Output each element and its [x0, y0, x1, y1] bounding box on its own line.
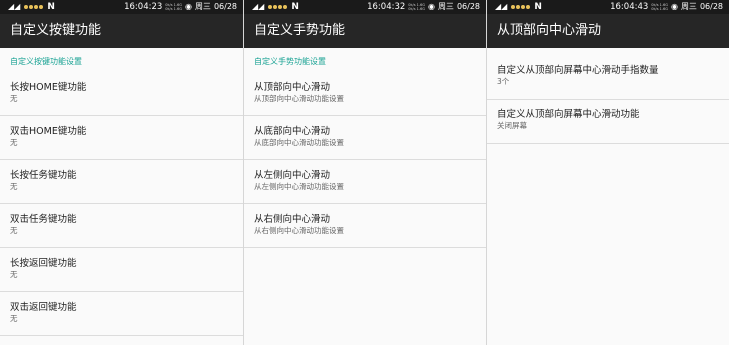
item-title: 从左侧向中心滑动: [254, 170, 331, 181]
page-title: 从顶部向中心滑动: [487, 14, 729, 48]
status-time: 16:04:43: [610, 2, 649, 12]
n-logo-icon: N: [47, 2, 55, 12]
n-logo-icon: N: [534, 2, 542, 12]
page-title: 自定义手势功能: [244, 14, 486, 48]
settings-list: 自定义从顶部向屏幕中心滑动手指数量 3个 自定义从顶部向屏幕中心滑动功能 关闭屏…: [487, 48, 729, 144]
item-title: 从右侧向中心滑动: [254, 214, 331, 225]
signal-icon: ◢◢: [252, 2, 265, 11]
item-value: 无: [10, 314, 18, 323]
item-value: 从顶部向中心滑动功能设置: [254, 94, 344, 103]
item-value: 无: [10, 94, 18, 103]
list-item-double-tap-back[interactable]: 双击返回键功能 无: [0, 292, 243, 336]
panel-custom-gestures: ◢◢ N 16:04:32 0k/s 1.6G 0k/s 1.6G ◉ 周三 06…: [243, 0, 486, 345]
status-right: 16:04:32 0k/s 1.6G 0k/s 1.6G ◉ 周三 06/28: [367, 0, 480, 14]
list-item-swipe-from-left[interactable]: 从左侧向中心滑动 从左侧向中心滑动功能设置: [244, 160, 486, 204]
notification-dots-icon: [511, 5, 531, 9]
section-header: 自定义按键功能设置: [10, 57, 82, 66]
status-right: 16:04:43 0k/s 1.6G 0k/s 1.6G ◉ 周三 06/28: [610, 0, 723, 14]
item-title: 长按任务键功能: [10, 170, 77, 181]
net-speed: 0k/s 1.6G 0k/s 1.6G: [165, 3, 182, 11]
item-value: 从右侧向中心滑动功能设置: [254, 226, 344, 235]
item-value: 无: [10, 138, 18, 147]
clock-icon: ◉: [427, 2, 435, 11]
status-date: 06/28: [213, 2, 237, 11]
page-title: 自定义按键功能: [0, 14, 243, 48]
clock-icon: ◉: [670, 2, 678, 11]
status-date: 06/28: [699, 2, 723, 11]
status-left: ◢◢ N: [495, 0, 542, 14]
list-item-double-tap-home[interactable]: 双击HOME键功能 无: [0, 116, 243, 160]
status-date: 06/28: [456, 2, 480, 11]
list-item-double-tap-task[interactable]: 双击任务键功能 无: [0, 204, 243, 248]
status-day: 周三: [194, 2, 211, 11]
list-item-swipe-from-top[interactable]: 从顶部向中心滑动 从顶部向中心滑动功能设置: [244, 72, 486, 116]
notification-dots-icon: [268, 5, 288, 9]
list-item-long-press-back[interactable]: 长按返回键功能 无: [0, 248, 243, 292]
status-day: 周三: [680, 2, 697, 11]
item-title: 从顶部向中心滑动: [254, 82, 331, 93]
status-time: 16:04:32: [367, 2, 406, 12]
item-title: 自定义从顶部向屏幕中心滑动手指数量: [497, 65, 659, 76]
item-title: 双击任务键功能: [10, 214, 77, 225]
section-header: 自定义手势功能设置: [254, 57, 326, 66]
item-value: 无: [10, 182, 18, 191]
status-left: ◢◢ N: [8, 0, 55, 14]
item-value: 从左侧向中心滑动功能设置: [254, 182, 344, 191]
signal-icon: ◢◢: [8, 2, 21, 11]
list-item-swipe-action[interactable]: 自定义从顶部向屏幕中心滑动功能 关闭屏幕: [487, 100, 729, 144]
panel-swipe-from-top: ◢◢ N 16:04:43 0k/s 1.6G 0k/s 1.6G ◉ 周三 06…: [486, 0, 729, 345]
notification-dots-icon: [24, 5, 44, 9]
list-item-finger-count[interactable]: 自定义从顶部向屏幕中心滑动手指数量 3个: [487, 56, 729, 100]
signal-icon: ◢◢: [495, 2, 508, 11]
item-value: 关闭屏幕: [497, 121, 527, 130]
screenshot-collage: ◢◢ N 16:04:23 0k/s 1.6G 0k/s 1.6G ◉ 周三 06…: [0, 0, 729, 345]
panel-custom-keys: ◢◢ N 16:04:23 0k/s 1.6G 0k/s 1.6G ◉ 周三 06…: [0, 0, 243, 345]
n-logo-icon: N: [291, 2, 299, 12]
settings-list: 从顶部向中心滑动 从顶部向中心滑动功能设置 从底部向中心滑动 从底部向中心滑动功…: [244, 72, 486, 248]
item-title: 长按HOME键功能: [10, 82, 87, 93]
item-value: 从底部向中心滑动功能设置: [254, 138, 344, 147]
status-bar: ◢◢ N 16:04:23 0k/s 1.6G 0k/s 1.6G ◉ 周三 06…: [0, 0, 243, 14]
item-title: 长按返回键功能: [10, 258, 77, 269]
item-title: 从底部向中心滑动: [254, 126, 331, 137]
status-bar: ◢◢ N 16:04:43 0k/s 1.6G 0k/s 1.6G ◉ 周三 06…: [487, 0, 729, 14]
item-title: 双击HOME键功能: [10, 126, 87, 137]
status-right: 16:04:23 0k/s 1.6G 0k/s 1.6G ◉ 周三 06/28: [124, 0, 237, 14]
item-value: 3个: [497, 77, 510, 86]
list-item-swipe-from-right[interactable]: 从右侧向中心滑动 从右侧向中心滑动功能设置: [244, 204, 486, 248]
status-day: 周三: [437, 2, 454, 11]
net-speed: 0k/s 1.6G 0k/s 1.6G: [651, 3, 668, 11]
item-value: 无: [10, 270, 18, 279]
item-value: 无: [10, 226, 18, 235]
item-title: 双击返回键功能: [10, 302, 77, 313]
list-item-long-press-home[interactable]: 长按HOME键功能 无: [0, 72, 243, 116]
status-left: ◢◢ N: [252, 0, 299, 14]
status-time: 16:04:23: [124, 2, 163, 12]
list-item-swipe-from-bottom[interactable]: 从底部向中心滑动 从底部向中心滑动功能设置: [244, 116, 486, 160]
net-speed: 0k/s 1.6G 0k/s 1.6G: [408, 3, 425, 11]
status-bar: ◢◢ N 16:04:32 0k/s 1.6G 0k/s 1.6G ◉ 周三 06…: [244, 0, 486, 14]
item-title: 自定义从顶部向屏幕中心滑动功能: [497, 109, 640, 120]
list-item-long-press-task[interactable]: 长按任务键功能 无: [0, 160, 243, 204]
settings-list: 长按HOME键功能 无 双击HOME键功能 无 长按任务键功能 无 双击任务键功…: [0, 72, 243, 336]
clock-icon: ◉: [184, 2, 192, 11]
